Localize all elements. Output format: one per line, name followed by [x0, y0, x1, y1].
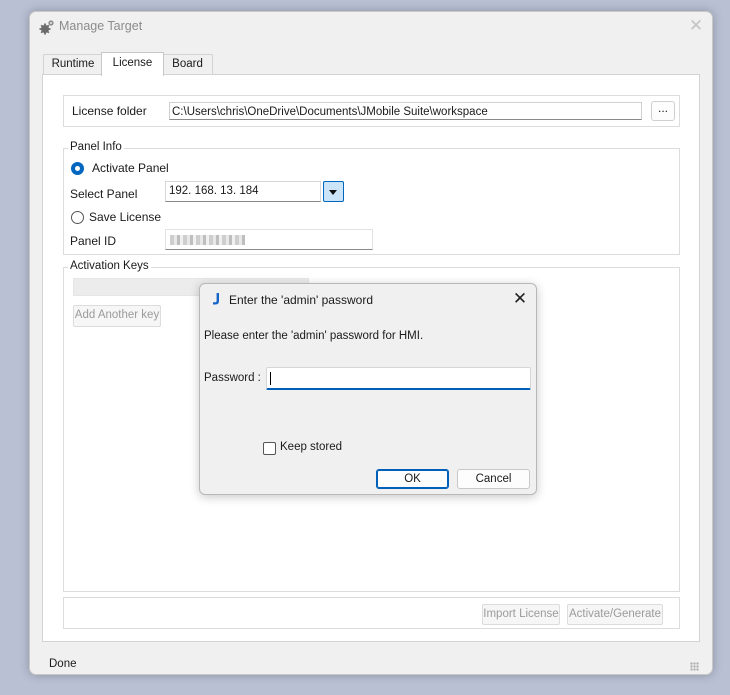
- save-license-label[interactable]: Save License: [89, 210, 161, 224]
- dialog-title: Enter the 'admin' password: [229, 293, 373, 307]
- close-icon[interactable]: ✕: [686, 16, 706, 36]
- browse-button[interactable]: ...: [651, 101, 675, 121]
- keep-stored-checkbox[interactable]: [263, 442, 276, 455]
- cancel-button[interactable]: Cancel: [457, 469, 530, 489]
- panel-info-title: Panel Info: [68, 141, 124, 153]
- title-bar: Manage Target ✕: [30, 12, 712, 42]
- panel-id-label: Panel ID: [70, 234, 117, 248]
- license-folder-group: License folder C:\Users\chris\OneDrive\D…: [63, 95, 680, 127]
- activate-panel-radio[interactable]: [71, 162, 84, 175]
- panel-id-redacted-value: [170, 235, 245, 245]
- window-title: Manage Target: [59, 19, 143, 33]
- gear-icon: [39, 19, 55, 35]
- select-panel-combobox[interactable]: 192. 168. 13. 184: [165, 181, 321, 202]
- add-another-key-button[interactable]: Add Another key: [73, 305, 161, 327]
- panel-id-input[interactable]: [165, 229, 373, 250]
- close-icon[interactable]: ✕: [509, 290, 531, 308]
- activate-generate-button[interactable]: Activate/Generate: [567, 604, 663, 625]
- jmobile-logo-icon: [210, 292, 224, 306]
- keep-stored-label[interactable]: Keep stored: [280, 441, 342, 453]
- license-folder-input[interactable]: C:\Users\chris\OneDrive\Documents\JMobil…: [169, 102, 642, 120]
- ok-button[interactable]: OK: [376, 469, 449, 489]
- activate-panel-label[interactable]: Activate Panel: [92, 161, 169, 175]
- chevron-down-icon[interactable]: [323, 181, 344, 202]
- license-folder-label: License folder: [72, 104, 147, 118]
- dialog-message: Please enter the 'admin' password for HM…: [204, 330, 424, 342]
- import-license-button[interactable]: Import License: [482, 604, 560, 625]
- select-panel-label: Select Panel: [70, 187, 138, 201]
- save-license-radio[interactable]: [71, 211, 84, 224]
- action-button-group: Import License Activate/Generate: [63, 597, 680, 629]
- resize-grip-icon[interactable]: [690, 662, 699, 671]
- status-text: Done: [49, 658, 77, 670]
- text-caret: [270, 372, 271, 385]
- password-label: Password :: [204, 372, 261, 384]
- tab-license[interactable]: License: [101, 52, 164, 76]
- activation-keys-title: Activation Keys: [68, 260, 151, 272]
- password-dialog: Enter the 'admin' password ✕ Please ente…: [199, 283, 537, 495]
- password-input[interactable]: [266, 367, 531, 390]
- tab-runtime[interactable]: Runtime: [43, 54, 103, 75]
- tab-board[interactable]: Board: [162, 54, 213, 75]
